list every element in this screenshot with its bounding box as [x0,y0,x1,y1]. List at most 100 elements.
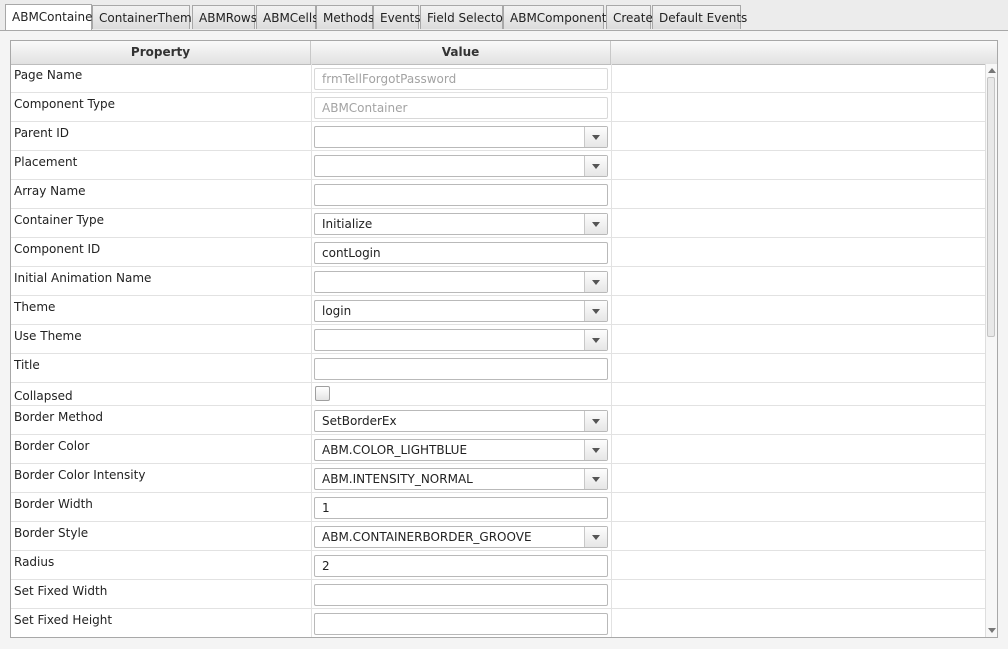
scroll-thumb[interactable] [987,77,995,337]
border-color-intensity-value: ABM.INTENSITY_NORMAL [322,472,473,486]
property-label: Placement [14,155,78,169]
chevron-down-icon[interactable] [584,527,607,547]
border-style-select[interactable]: ABM.CONTAINERBORDER_GROOVE [314,526,608,548]
column-divider [611,209,612,237]
tab-abmcells[interactable]: ABMCells [256,5,318,29]
tab-create[interactable]: Create [606,5,653,29]
header-value[interactable]: Value [311,41,611,64]
column-divider [311,609,312,637]
border-style-value: ABM.CONTAINERBORDER_GROOVE [322,530,532,544]
column-divider [611,64,612,92]
header-property[interactable]: Property [11,41,311,64]
table-row: Initial Animation Name [11,267,986,296]
table-row: Border Width 1 [11,493,986,522]
column-divider [311,551,312,579]
border-color-intensity-select[interactable]: ABM.INTENSITY_NORMAL [314,468,608,490]
property-label: Border Color [14,439,90,453]
chevron-down-icon[interactable] [584,156,607,176]
property-label: Container Type [14,213,105,227]
set-fixed-width-input[interactable] [314,584,608,606]
column-divider [311,296,312,324]
radius-input[interactable]: 2 [314,555,608,577]
scroll-down-icon[interactable] [988,628,996,633]
chevron-down-icon[interactable] [584,330,607,350]
table-row: Parent ID [11,122,986,151]
column-divider [311,435,312,463]
border-color-select[interactable]: ABM.COLOR_LIGHTBLUE [314,439,608,461]
table-row: Border Color Intensity ABM.INTENSITY_NORM… [11,464,986,493]
property-label: Array Name [14,184,86,198]
tab-default-events[interactable]: Default Events [652,5,747,29]
column-divider [311,151,312,179]
container-type-value: Initialize [322,217,373,231]
column-divider [611,325,612,353]
column-divider [311,406,312,434]
property-label: Border Method [14,410,104,424]
property-label: Page Name [14,68,83,82]
table-row: Border Method SetBorderEx [11,406,986,435]
column-divider [311,122,312,150]
border-width-input[interactable]: 1 [314,497,608,519]
column-divider [311,238,312,266]
parent-id-select[interactable] [314,126,608,148]
chevron-down-icon[interactable] [584,127,607,147]
tab-bar: ABMContainer ContainerTheme ABMRows ABMCell… [0,0,1008,31]
component-type-value: ABMContainer [322,101,408,115]
initial-animation-name-select[interactable] [314,271,608,293]
table-row: Set Fixed Height [11,609,986,637]
table-row: Container Type Initialize [11,209,986,238]
property-label: Initial Animation Name [14,271,152,285]
tab-containertheme[interactable]: ContainerTheme [92,5,199,29]
container-type-select[interactable]: Initialize [314,213,608,235]
table-row: Theme login [11,296,986,325]
column-divider [311,209,312,237]
column-divider [611,93,612,121]
component-id-input[interactable]: contLogin [314,242,608,264]
table-row: Page Name frmTellForgotPassword [11,64,986,93]
column-divider [611,609,612,637]
property-label: Radius [14,555,55,569]
column-divider [611,122,612,150]
chevron-down-icon[interactable] [584,301,607,321]
column-divider [611,580,612,608]
array-name-input[interactable] [314,184,608,206]
column-divider [311,93,312,121]
column-divider [311,267,312,295]
tab-abmcomponents[interactable]: ABMComponents [503,5,613,29]
placement-select[interactable] [314,155,608,177]
table-row: Array Name [11,180,986,209]
theme-select[interactable]: login [314,300,608,322]
column-divider [611,435,612,463]
border-color-value: ABM.COLOR_LIGHTBLUE [322,443,468,457]
tab-events[interactable]: Events [373,5,421,29]
chevron-down-icon[interactable] [584,440,607,460]
collapsed-checkbox[interactable] [315,386,330,401]
column-divider [611,180,612,208]
table-row: Title [11,354,986,383]
grid-header: Property Value [11,41,997,65]
column-divider [311,464,312,492]
scroll-up-icon[interactable] [988,68,996,73]
column-divider [311,180,312,208]
use-theme-select[interactable] [314,329,608,351]
column-divider [611,151,612,179]
property-label: Use Theme [14,329,82,343]
chevron-down-icon[interactable] [584,411,607,431]
vertical-scrollbar[interactable] [985,64,997,637]
component-id-value: contLogin [322,246,381,260]
title-input[interactable] [314,358,608,380]
column-divider [611,354,612,382]
tab-abmcontainer[interactable]: ABMContainer [5,4,97,30]
property-label: Collapsed [14,389,73,403]
property-label: Title [14,358,40,372]
chevron-down-icon[interactable] [584,469,607,489]
set-fixed-height-input[interactable] [314,613,608,635]
tab-field-selector[interactable]: Field Selector [420,5,508,29]
border-method-select[interactable]: SetBorderEx [314,410,608,432]
chevron-down-icon[interactable] [584,272,607,292]
property-label: Component ID [14,242,101,256]
tab-abmrows[interactable]: ABMRows [192,5,257,29]
chevron-down-icon[interactable] [584,214,607,234]
tab-methods[interactable]: Methods [316,5,374,29]
column-divider [311,580,312,608]
